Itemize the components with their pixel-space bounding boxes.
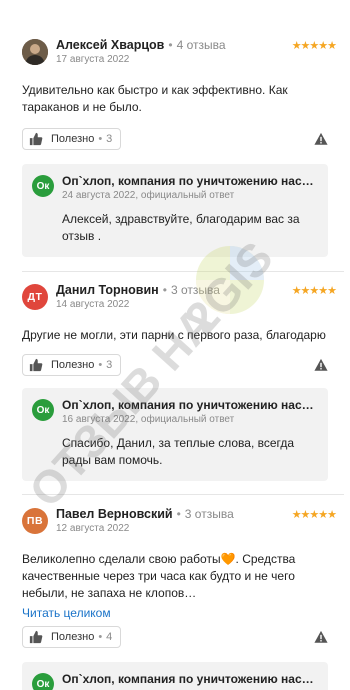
review-date: 17 августа 2022	[56, 54, 130, 65]
avatar[interactable]: ДТ	[22, 284, 48, 310]
company-logo[interactable]: Ок	[32, 673, 54, 690]
useful-button[interactable]: Полезно • 4	[22, 626, 122, 648]
thumbs-up-icon	[29, 358, 43, 372]
separator-dot: •	[168, 38, 173, 52]
useful-label: Полезно	[51, 631, 95, 643]
review-text: Другие не могли, эти парни с первого раз…	[22, 328, 326, 342]
read-more-link[interactable]: Читать целиком	[22, 606, 336, 620]
useful-count: 4	[106, 631, 113, 643]
author-review-count: 3 отзыва	[170, 283, 220, 297]
separator-dot: •	[162, 283, 167, 297]
official-reply: Ок Оп`хлоп, компания по уничтожению нас……	[22, 164, 328, 257]
useful-label: Полезно	[51, 359, 95, 371]
company-logo[interactable]: Ок	[32, 175, 54, 197]
author-review-count: 3 отзыва	[184, 507, 234, 521]
useful-count: 3	[106, 133, 113, 145]
thumbs-up-icon	[29, 630, 43, 644]
company-name[interactable]: Оп`хлоп, компания по уничтожению нас…	[62, 174, 314, 188]
avatar[interactable]	[22, 39, 48, 65]
review-header: Алексей Хварцов • 4 отзыва ★★★★★ 17 авгу…	[22, 38, 337, 74]
report-warning-icon[interactable]	[314, 358, 328, 372]
author-name[interactable]: Данил Торновин	[56, 283, 159, 297]
avatar-photo-icon	[22, 39, 48, 65]
reply-meta: 16 августа 2022, официальный ответ	[62, 414, 235, 425]
useful-button[interactable]: Полезно • 3	[22, 354, 122, 376]
author-review-count: 4 отзыва	[176, 38, 226, 52]
thumbs-up-icon	[29, 132, 43, 146]
separator-dot: •	[98, 133, 103, 145]
company-name[interactable]: Оп`хлоп, компания по уничтожению нас…	[62, 398, 314, 412]
rating-stars: ★★★★★	[291, 284, 337, 297]
useful-button[interactable]: Полезно • 3	[22, 128, 122, 150]
reply-text: Алексей, здравствуйте, благодарим вас за…	[62, 212, 300, 243]
report-warning-icon[interactable]	[314, 630, 328, 644]
separator-dot: •	[98, 631, 103, 643]
review-date: 12 августа 2022	[56, 523, 130, 534]
reply-text: Спасибо, Данил, за теплые слова, всегда …	[62, 436, 295, 467]
separator-dot: •	[98, 359, 103, 371]
official-reply: Ок Оп`хлоп, компания по уничтожению нас…	[22, 662, 328, 690]
report-warning-icon[interactable]	[314, 132, 328, 146]
avatar[interactable]: ПВ	[22, 508, 48, 534]
review-text: Великолепно сделали свою работы🧡. Средст…	[22, 552, 296, 600]
useful-label: Полезно	[51, 133, 95, 145]
review-header: ДТ Данил Торновин • 3 отзыва ★★★★★ 14 ав…	[22, 283, 337, 319]
review-text: Удивительно как быстро и как эффективно.…	[22, 83, 288, 114]
author-name[interactable]: Павел Верновский	[56, 507, 173, 521]
review-card: ДТ Данил Торновин • 3 отзыва ★★★★★ 14 ав…	[6, 272, 344, 481]
official-reply: Ок Оп`хлоп, компания по уничтожению нас……	[22, 388, 328, 481]
separator-dot: •	[176, 507, 181, 521]
reviews-panel: Алексей Хварцов • 4 отзыва ★★★★★ 17 авгу…	[6, 0, 344, 690]
review-card: ПВ Павел Верновский • 3 отзыва ★★★★★ 12 …	[6, 495, 344, 690]
author-name[interactable]: Алексей Хварцов	[56, 38, 164, 52]
review-card: Алексей Хварцов • 4 отзыва ★★★★★ 17 авгу…	[6, 0, 344, 257]
rating-stars: ★★★★★	[291, 508, 337, 521]
review-header: ПВ Павел Верновский • 3 отзыва ★★★★★ 12 …	[22, 507, 337, 543]
review-date: 14 августа 2022	[56, 299, 130, 310]
reply-meta: 24 августа 2022, официальный ответ	[62, 190, 235, 201]
company-logo[interactable]: Ок	[32, 399, 54, 421]
rating-stars: ★★★★★	[291, 39, 337, 52]
useful-count: 3	[106, 359, 113, 371]
company-name[interactable]: Оп`хлоп, компания по уничтожению нас…	[62, 672, 314, 686]
